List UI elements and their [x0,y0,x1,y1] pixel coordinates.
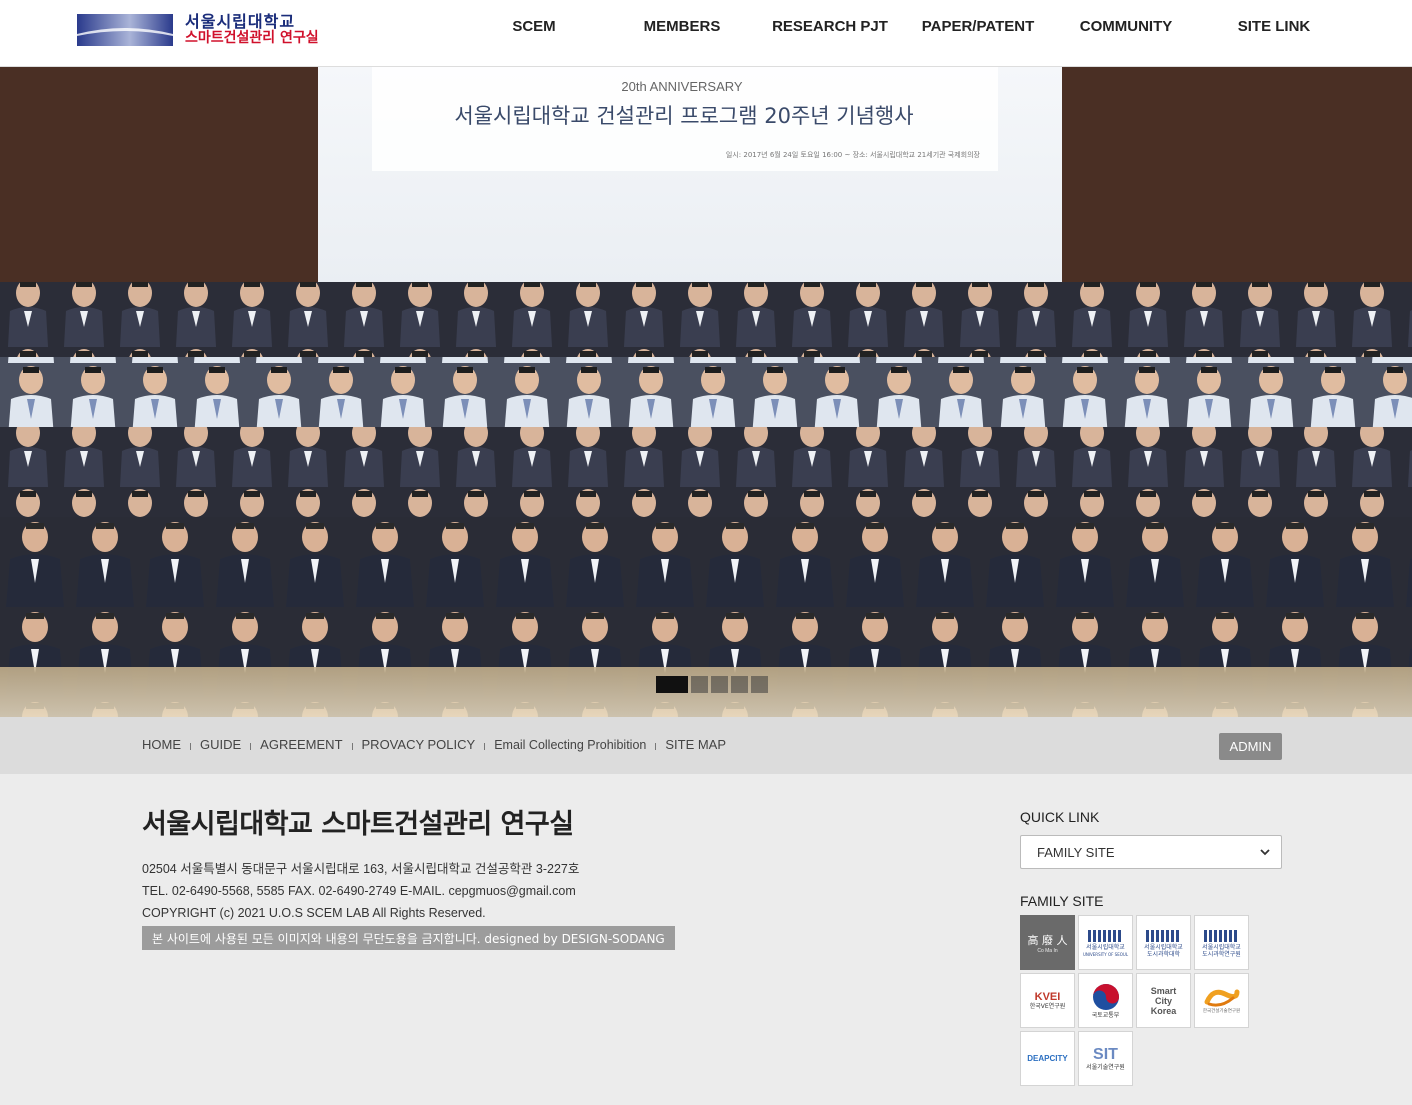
logo-subtitle: 스마트건설관리 연구실 [185,30,319,46]
nav-members[interactable]: MEMBERS [608,0,756,53]
uos-urban-institute-text: 서울시립대학교 [1202,943,1241,951]
deapcity-logo-text: DEAPCITY [1027,1054,1068,1063]
family-site-kvei[interactable]: KVEI 한국VE연구원 [1020,973,1075,1028]
footer-link-guide[interactable]: GUIDE [200,737,241,752]
cosmain-logo-icon: 高 廢 人 [1027,933,1068,947]
admin-button[interactable]: ADMIN [1219,733,1282,760]
uos-urban-college-text: 서울시립대학교 [1144,943,1183,951]
smart-city-korea-logo-text: Smart City Korea [1150,985,1177,1016]
nav-scem[interactable]: SCEM [460,0,608,53]
footer-address: 02504 서울특별시 동대문구 서울시립대로 163, 서울시립대학교 건설공… [142,862,580,876]
main-nav: SCEM MEMBERS RESEARCH PJT PAPER/PATENT C… [460,0,1348,53]
logo-title: 서울시립대학교 [185,12,296,31]
uos-logo-icon [1087,929,1121,942]
slider-dot-5[interactable] [751,676,768,693]
kict-logo-sub: 한국건설기술연구원 [1202,1009,1241,1014]
nav-community[interactable]: COMMUNITY [1052,0,1200,53]
site-logo[interactable]: 서울시립대학교 스마트건설관리 연구실 [77,10,327,50]
slider-dot-3[interactable] [711,676,728,693]
uos-logo-sub: UNIVERSITY OF SEOUL [1082,951,1129,957]
chevron-down-icon [1257,844,1273,863]
footer-notice: 본 사이트에 사용된 모든 이미지와 내용의 무단도용을 금지합니다. desi… [142,926,675,950]
family-site-label: FAMILY SITE [1020,893,1104,909]
footer-lab-title: 서울시립대학교 스마트건설관리 연구실 [142,809,574,840]
footer-links: HOME GUIDE AGREEMENT PROVACY POLICY Emai… [142,737,726,752]
quick-link-selected-value: FAMILY SITE [1037,844,1115,860]
cosmain-logo-sub: Co Ma In [1037,947,1058,954]
hero-slider: 20th ANNIVERSARY 서울시립대학교 건설관리 프로그램 20주년 … [0,67,1412,717]
site-header: 서울시립대학교 스마트건설관리 연구실 SCEM MEMBERS RESEARC… [0,0,1412,67]
footer-link-site-map[interactable]: SITE MAP [665,737,726,752]
family-site-uos-urban-institute[interactable]: 서울시립대학교 도시과학연구원 [1194,915,1249,970]
slider-dot-1[interactable] [656,676,688,693]
family-site-grid: 高 廢 人 Co Ma In 서울시립대학교 UNIVERSITY OF SEO… [1020,915,1252,1086]
banner-anniversary: 20th ANNIVERSARY [621,79,742,94]
slider-dot-4[interactable] [731,676,748,693]
hero-photo: 20th ANNIVERSARY 서울시립대학교 건설관리 프로그램 20주년 … [0,67,1412,717]
footer-link-privacy-policy[interactable]: PROVACY POLICY [362,737,476,752]
site-footer: 서울시립대학교 스마트건설관리 연구실 02504 서울특별시 동대문구 서울시… [0,774,1412,1105]
family-site-deapcity[interactable]: DEAPCITY [1020,1031,1075,1086]
footer-link-email-prohibition[interactable]: Email Collecting Prohibition [494,738,646,752]
footer-link-home[interactable]: HOME [142,737,181,752]
kict-logo-icon [1204,989,1239,1007]
kvei-logo-sub: 한국VE연구원 [1029,1003,1066,1010]
molit-logo-text: 국토교통부 [1091,1012,1120,1019]
footer-link-bar: HOME GUIDE AGREEMENT PROVACY POLICY Emai… [0,717,1412,774]
link-separator [484,743,486,750]
uos-urban-institute-sub: 도시과학연구원 [1202,950,1241,958]
footer-contact: TEL. 02-6490-5568, 5585 FAX. 02-6490-274… [142,884,576,898]
footer-link-agreement[interactable]: AGREEMENT [260,737,342,752]
footer-info: 02504 서울특별시 동대문구 서울시립대로 163, 서울시립대학교 건설공… [142,858,579,924]
banner-title: 서울시립대학교 건설관리 프로그램 20주년 기념행사 [454,104,913,128]
family-site-uos[interactable]: 서울시립대학교 UNIVERSITY OF SEOUL [1078,915,1133,970]
uos-logo-text: 서울시립대학교 [1086,943,1125,951]
nav-paper-patent[interactable]: PAPER/PATENT [904,0,1052,53]
uos-logo-icon [1145,929,1179,942]
link-separator [655,743,657,750]
slider-dot-2[interactable] [691,676,708,693]
quick-link-select[interactable]: FAMILY SITE [1020,835,1282,869]
nav-research-pjt[interactable]: RESEARCH PJT [756,0,904,53]
link-separator [351,743,353,750]
kvei-logo-icon: KVEI [1034,991,1061,1003]
uos-logo-icon [1203,929,1237,942]
link-separator [250,743,252,750]
footer-copyright: COPYRIGHT (c) 2021 U.O.S SCEM LAB All Ri… [142,906,486,920]
family-site-sit[interactable]: SIT 서울기술연구원 [1078,1031,1133,1086]
slider-dots [656,676,768,693]
logo-mark-icon [77,14,173,46]
sit-logo-text: SIT [1093,1046,1118,1063]
sit-logo-sub: 서울기술연구원 [1086,1064,1125,1071]
family-site-uos-urban-college[interactable]: 서울시립대학교 도시과학대학 [1136,915,1191,970]
banner-sub: 일시: 2017년 6월 24일 토요일 16:00 ~ 장소: 서울시립대학교… [726,150,981,159]
quick-link-label: QUICK LINK [1020,809,1100,825]
family-site-molit[interactable]: 국토교통부 [1078,973,1133,1028]
nav-site-link[interactable]: SITE LINK [1200,0,1348,53]
uos-urban-college-sub: 도시과학대학 [1146,950,1181,958]
family-site-cosmain[interactable]: 高 廢 人 Co Ma In [1020,915,1075,970]
link-separator [190,743,191,750]
taegeuk-icon [1092,984,1119,1010]
family-site-smart-city-korea[interactable]: Smart City Korea [1136,973,1191,1028]
family-site-kict[interactable]: 한국건설기술연구원 [1194,973,1249,1028]
